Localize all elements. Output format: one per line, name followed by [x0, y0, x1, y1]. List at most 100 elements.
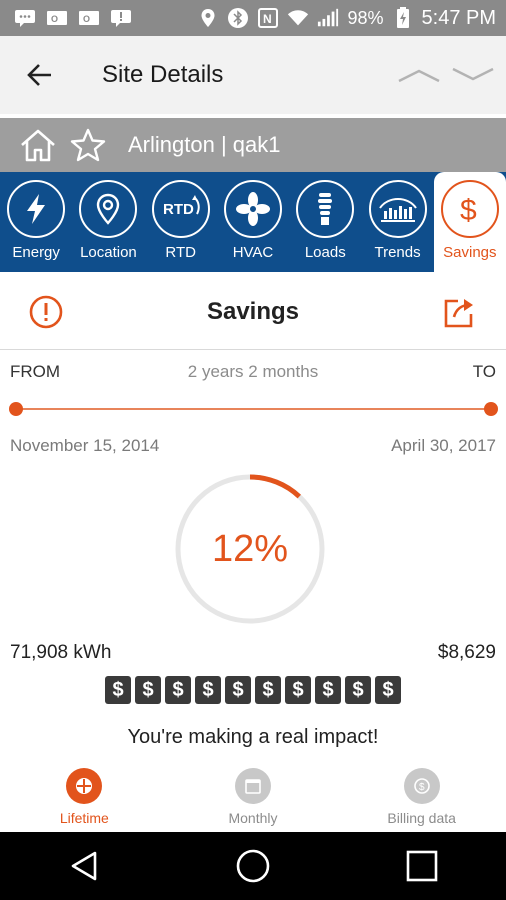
billing-icon: $ — [403, 768, 440, 804]
tab-label: Billing data — [387, 810, 456, 826]
circle-home-icon — [236, 849, 270, 883]
tab-label: Savings — [443, 244, 497, 261]
tab-billing-data[interactable]: $ Billing data — [337, 764, 506, 832]
date-labels: November 15, 2014 April 30, 2017 — [0, 436, 506, 460]
tab-trends[interactable]: Trends — [361, 172, 433, 272]
bluetooth-icon — [227, 8, 249, 28]
battery-percent: 98% — [347, 7, 384, 28]
dollar-meter: $ $ $ $ $ $ $ $ $ $ — [0, 676, 506, 704]
chevron-up-icon — [398, 69, 440, 83]
section-title: Savings — [206, 297, 300, 325]
money-saved: $8,629 — [437, 642, 496, 663]
dollar-symbol: $ — [225, 676, 251, 704]
chevron-down-icon — [452, 67, 494, 81]
dollar-symbol: $ — [345, 676, 371, 704]
location-icon — [197, 8, 219, 28]
range-labels: 2 years 2 months FROM TO — [0, 362, 506, 386]
to-label: TO — [472, 362, 496, 381]
tab-location[interactable]: Location — [72, 172, 144, 272]
square-recents-icon — [406, 850, 437, 882]
tab-energy[interactable]: Energy — [0, 172, 72, 272]
alert-message-icon — [110, 8, 132, 28]
tab-rtd[interactable]: RTD RTD — [145, 172, 217, 272]
category-tabs: Energy Location RTD RTD HVAC Loads Trend… — [0, 172, 506, 272]
clock: 5:47 PM — [421, 6, 496, 29]
system-icons: N 98% 5:47 PM — [197, 7, 506, 30]
location-pin-icon — [79, 180, 138, 238]
star-icon — [70, 128, 106, 162]
home-button[interactable] — [16, 123, 60, 167]
savings-gauge: 12% — [173, 472, 327, 626]
end-handle[interactable] — [484, 402, 498, 416]
svg-text:$: $ — [419, 782, 425, 793]
outlook-icon: O — [46, 8, 68, 28]
dollar-symbol: $ — [255, 676, 281, 704]
battery-charging-icon — [392, 7, 414, 28]
from-label: FROM — [10, 362, 61, 381]
site-bar: Arlington | qak1 — [0, 118, 506, 172]
lifetime-icon — [66, 768, 103, 804]
calendar-icon — [235, 768, 271, 804]
previous-site-button[interactable] — [396, 55, 442, 95]
home-icon — [21, 129, 55, 162]
next-site-button[interactable] — [450, 55, 496, 95]
date-range-slider[interactable] — [9, 402, 498, 416]
energy-saved: 71,908 kWh — [10, 642, 112, 663]
outlook-icon: O — [78, 8, 100, 28]
svg-text:O: O — [51, 14, 58, 24]
start-handle[interactable] — [9, 402, 23, 416]
notification-icons: O O — [0, 8, 132, 28]
tab-label: Energy — [12, 244, 60, 261]
favorite-button[interactable] — [66, 123, 110, 167]
site-navigation — [396, 55, 506, 95]
tab-hvac[interactable]: HVAC — [217, 172, 289, 272]
triangle-back-icon — [72, 851, 97, 881]
dollar-symbol: $ — [315, 676, 341, 704]
system-recents-button[interactable] — [387, 836, 457, 896]
tab-label: Lifetime — [59, 810, 109, 826]
bulb-icon — [296, 180, 355, 238]
svg-text:O: O — [83, 14, 90, 24]
end-date: April 30, 2017 — [391, 436, 496, 455]
dollar-symbol: $ — [105, 676, 131, 704]
svg-text:RTD: RTD — [163, 201, 194, 218]
impact-message: You're making a real impact! — [127, 726, 379, 748]
system-navigation-bar — [0, 832, 506, 900]
savings-header: Savings — [0, 274, 506, 350]
dollar-icon: $ — [440, 180, 499, 238]
alert-button[interactable] — [16, 282, 76, 342]
share-button[interactable] — [430, 282, 490, 342]
site-name: Arlington | qak1 — [128, 132, 281, 157]
tab-label: RTD — [165, 244, 196, 261]
lightning-icon — [7, 180, 66, 238]
tab-savings[interactable]: $ Savings — [433, 172, 506, 272]
fan-icon — [223, 180, 282, 238]
nfc-icon: N — [257, 8, 279, 28]
back-button[interactable] — [0, 36, 80, 114]
svg-text:$: $ — [460, 194, 477, 227]
tab-label: HVAC — [232, 244, 274, 261]
tab-lifetime[interactable]: Lifetime — [0, 764, 169, 832]
savings-percent: 12% — [211, 527, 289, 570]
signal-icon — [317, 8, 339, 28]
system-home-button[interactable] — [218, 836, 288, 896]
period-tabs: Lifetime Monthly $ Billing data — [0, 764, 506, 832]
status-bar: O O N 98% 5:47 PM — [0, 0, 506, 36]
tab-label: Trends — [374, 244, 421, 261]
duration-label: 2 years 2 months — [187, 362, 319, 381]
dollar-symbol: $ — [285, 676, 311, 704]
dollar-symbol: $ — [135, 676, 161, 704]
app-bar: Site Details — [0, 36, 506, 114]
page-title: Site Details — [102, 61, 224, 88]
message-icon — [14, 8, 36, 28]
back-arrow-icon — [27, 64, 51, 86]
trends-icon — [368, 180, 427, 238]
tab-label: Loads — [304, 244, 346, 261]
alert-icon — [29, 295, 63, 328]
wifi-icon — [287, 8, 309, 28]
tab-label: Monthly — [228, 810, 278, 826]
system-back-button[interactable] — [49, 836, 119, 896]
tab-monthly[interactable]: Monthly — [169, 764, 338, 832]
tab-loads[interactable]: Loads — [289, 172, 361, 272]
slider-track — [16, 408, 491, 410]
